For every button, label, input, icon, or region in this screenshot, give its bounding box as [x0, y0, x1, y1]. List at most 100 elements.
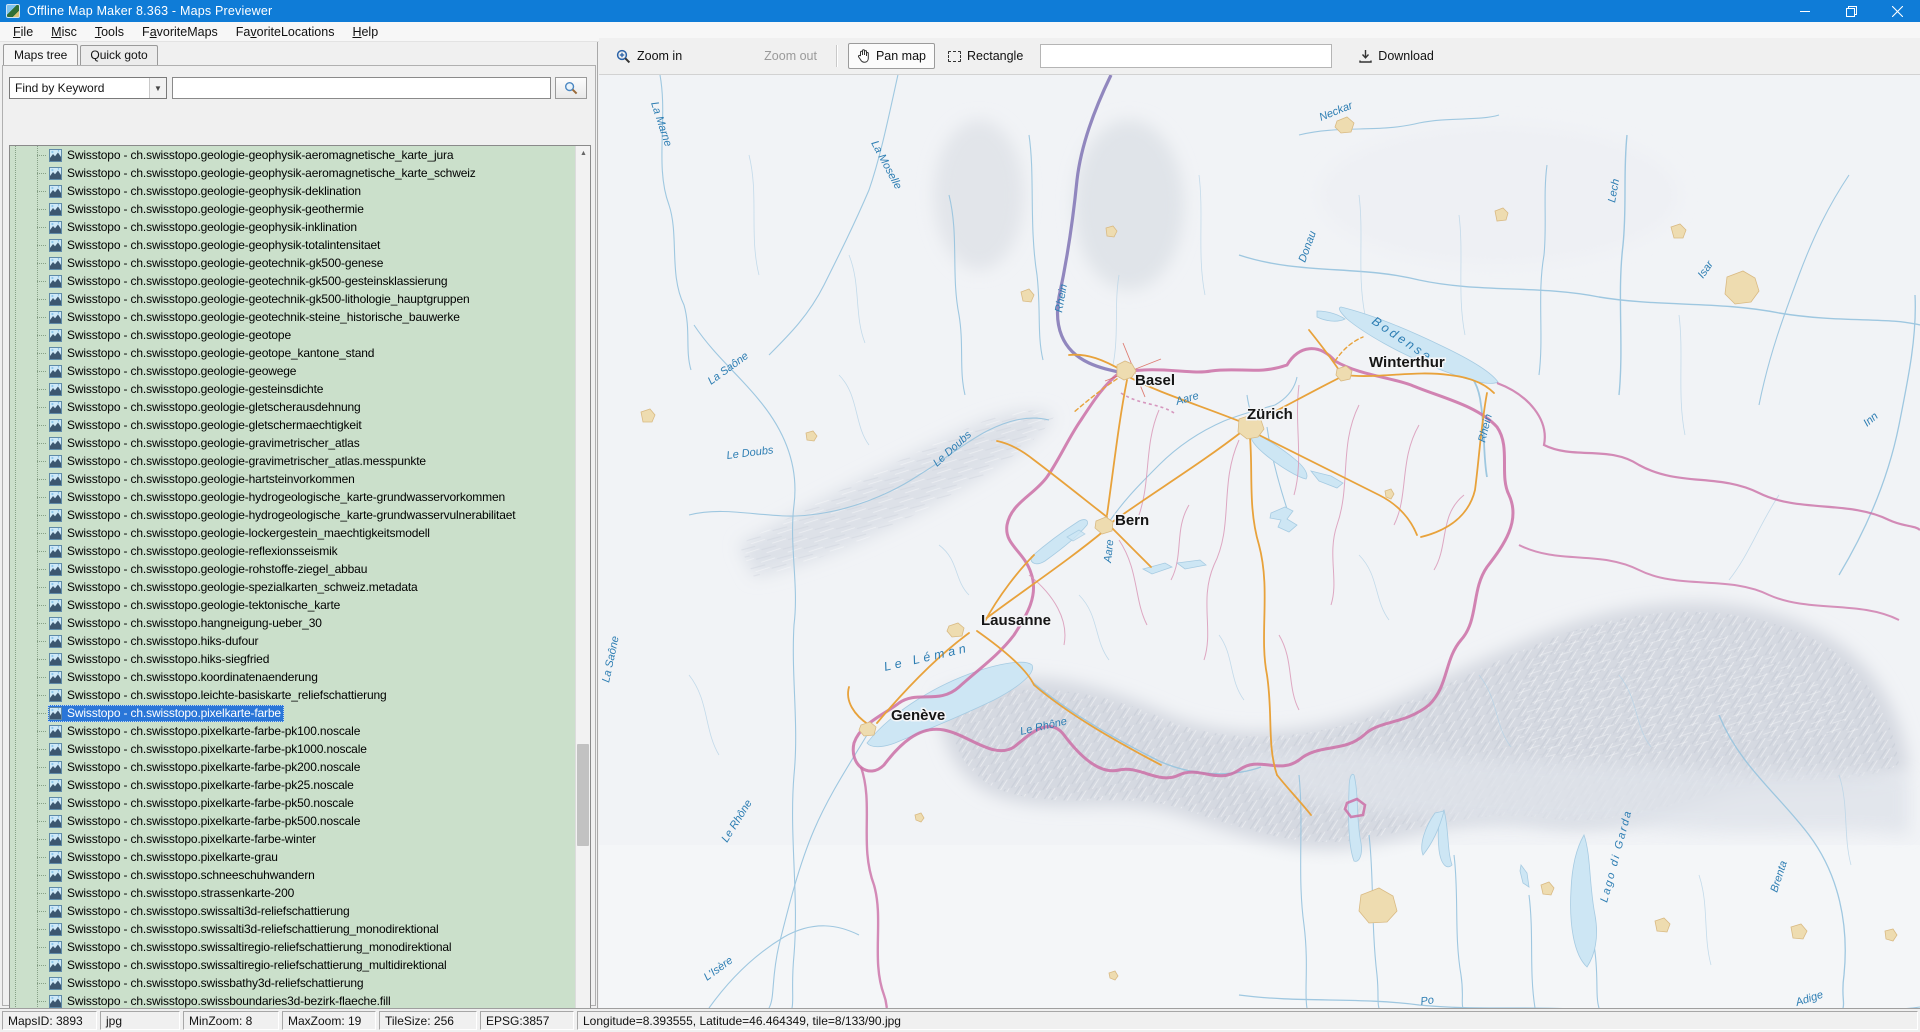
tree-item[interactable]: Swisstopo - ch.swisstopo.geologie-gravim…	[10, 434, 576, 452]
map-thumbnail-icon	[49, 383, 62, 396]
tree-connector	[37, 245, 46, 246]
tree-item[interactable]: Swisstopo - ch.swisstopo.geologie-locker…	[10, 524, 576, 542]
tree-item[interactable]: Swisstopo - ch.swisstopo.koordinatenaend…	[10, 668, 576, 686]
tree-scrollbar-thumb[interactable]	[577, 744, 589, 846]
tree-item[interactable]: Swisstopo - ch.swisstopo.geologie-geophy…	[10, 200, 576, 218]
tree-item[interactable]: Swisstopo - ch.swisstopo.hiks-siegfried	[10, 650, 576, 668]
tree-item-label: Swisstopo - ch.swisstopo.geologie-locker…	[67, 526, 430, 540]
find-mode-select[interactable]: Find by Keyword ▼	[9, 77, 167, 99]
tree-item-label: Swisstopo - ch.swisstopo.pixelkarte-farb…	[67, 742, 367, 756]
zoom-in-button[interactable]: Zoom in	[607, 43, 691, 70]
tree-item[interactable]: Swisstopo - ch.swisstopo.pixelkarte-farb…	[10, 758, 576, 776]
tree-item[interactable]: Swisstopo - ch.swisstopo.geologie-rohsto…	[10, 560, 576, 578]
tree-item[interactable]: Swisstopo - ch.swisstopo.hiks-dufour	[10, 632, 576, 650]
tree-item[interactable]: Swisstopo - ch.swisstopo.geologie-hartst…	[10, 470, 576, 488]
map-thumbnail-icon	[49, 923, 62, 936]
tree-item-label: Swisstopo - ch.swisstopo.geologie-geophy…	[67, 220, 357, 234]
zoom-out-button[interactable]: Zoom out	[755, 43, 826, 69]
menu-item-tools[interactable]: Tools	[86, 23, 133, 41]
tree-item[interactable]: Swisstopo - ch.swisstopo.hangneigung-ueb…	[10, 614, 576, 632]
tree-item-label: Swisstopo - ch.swisstopo.geologie-gletsc…	[67, 400, 361, 414]
chevron-down-icon[interactable]: ▼	[149, 78, 166, 98]
tree-item[interactable]: Swisstopo - ch.swisstopo.pixelkarte-farb…	[10, 794, 576, 812]
tree-item[interactable]: Swisstopo - ch.swisstopo.geologie-geoweg…	[10, 362, 576, 380]
tree-item[interactable]: Swisstopo - ch.swisstopo.pixelkarte-farb…	[10, 740, 576, 758]
tree-connector	[37, 641, 46, 642]
tree-item[interactable]: Swisstopo - ch.swisstopo.geologie-geotop…	[10, 344, 576, 362]
maps-tree-box: Swisstopo - ch.swisstopo.geologie-geophy…	[9, 145, 591, 1032]
tree-item[interactable]: Swisstopo - ch.swisstopo.swissalti3d-rel…	[10, 902, 576, 920]
tree-item-label: Swisstopo - ch.swisstopo.pixelkarte-farb…	[67, 796, 354, 810]
tree-item[interactable]: Swisstopo - ch.swisstopo.leichte-basiska…	[10, 686, 576, 704]
tree-item[interactable]: Swisstopo - ch.swisstopo.pixelkarte-grau	[10, 848, 576, 866]
tree-item[interactable]: Swisstopo - ch.swisstopo.geologie-geophy…	[10, 218, 576, 236]
tree-item[interactable]: Swisstopo - ch.swisstopo.swissbathy3d-re…	[10, 974, 576, 992]
map-thumbnail-icon	[49, 167, 62, 180]
tree-item[interactable]: Swisstopo - ch.swisstopo.geologie-geotec…	[10, 290, 576, 308]
tree-item[interactable]: Swisstopo - ch.swisstopo.geologie-gravim…	[10, 452, 576, 470]
tree-item[interactable]: Swisstopo - ch.swisstopo.geologie-geophy…	[10, 164, 576, 182]
tree-connector	[37, 893, 46, 894]
tree-item-label: Swisstopo - ch.swisstopo.hiks-siegfried	[67, 652, 269, 666]
tab-maps-tree[interactable]: Maps tree	[3, 44, 78, 66]
menu-item-favoritelocations[interactable]: FavoriteLocations	[227, 23, 344, 41]
tree-item-label: Swisstopo - ch.swisstopo.geologie-geophy…	[67, 238, 380, 252]
tree-item[interactable]: Swisstopo - ch.swisstopo.geologie-geotop…	[10, 326, 576, 344]
tree-item[interactable]: Swisstopo - ch.swisstopo.swissalti3d-rel…	[10, 920, 576, 938]
tree-item[interactable]: Swisstopo - ch.swisstopo.schneeschuhwand…	[10, 866, 576, 884]
tree-item[interactable]: Swisstopo - ch.swisstopo.geologie-hydrog…	[10, 506, 576, 524]
map-thumbnail-icon	[49, 275, 62, 288]
tree-item[interactable]: Swisstopo - ch.swisstopo.geologie-gletsc…	[10, 398, 576, 416]
tree-item[interactable]: Swisstopo - ch.swisstopo.pixelkarte-farb…	[10, 722, 576, 740]
tree-item[interactable]: Swisstopo - ch.swisstopo.geologie-tekton…	[10, 596, 576, 614]
tree-item[interactable]: Swisstopo - ch.swisstopo.geologie-geophy…	[10, 146, 576, 164]
tree-item[interactable]: Swisstopo - ch.swisstopo.geologie-hydrog…	[10, 488, 576, 506]
menu-item-favoritemaps[interactable]: FavoriteMaps	[133, 23, 227, 41]
tree-connector	[37, 263, 46, 264]
tree-item[interactable]: Swisstopo - ch.swisstopo.geologie-spezia…	[10, 578, 576, 596]
tree-item[interactable]: Swisstopo - ch.swisstopo.geologie-geophy…	[10, 236, 576, 254]
minimize-button-icon[interactable]	[1782, 0, 1828, 22]
title-bar[interactable]: Offline Map Maker 8.363 - Maps Previewer	[0, 0, 1920, 22]
menu-item-file[interactable]: File	[4, 23, 42, 41]
tree-item-label: Swisstopo - ch.swisstopo.swissalti3d-rel…	[67, 922, 439, 936]
map-thumbnail-icon	[49, 743, 62, 756]
tree-item[interactable]: Swisstopo - ch.swisstopo.geologie-gletsc…	[10, 416, 576, 434]
tree-item[interactable]: Swisstopo - ch.swisstopo.pixelkarte-farb…	[10, 776, 576, 794]
tree-item[interactable]: Swisstopo - ch.swisstopo.strassenkarte-2…	[10, 884, 576, 902]
tree-item[interactable]: Swisstopo - ch.swisstopo.pixelkarte-farb…	[10, 704, 576, 722]
toolbar-separator	[836, 45, 838, 67]
tree-item[interactable]: Swisstopo - ch.swisstopo.geologie-geotec…	[10, 254, 576, 272]
menu-item-help[interactable]: Help	[343, 23, 387, 41]
rectangle-button[interactable]: Rectangle	[939, 43, 1032, 69]
pan-map-button[interactable]: Pan map	[848, 43, 935, 69]
tree-scrollbar[interactable]: ▲ ▼	[575, 146, 590, 1032]
tree-item[interactable]: Swisstopo - ch.swisstopo.geologie-gestei…	[10, 380, 576, 398]
tree-item[interactable]: Swisstopo - ch.swisstopo.geologie-reflex…	[10, 542, 576, 560]
tree-connector	[37, 533, 46, 534]
menu-item-misc[interactable]: Misc	[42, 23, 86, 41]
map-canvas[interactable]: La MarneLa MoselleNeckarDonauLechIsarRhe…	[599, 75, 1920, 1008]
tree-item[interactable]: Swisstopo - ch.swisstopo.swissaltiregio-…	[10, 956, 576, 974]
tree-connector	[37, 821, 46, 822]
download-button[interactable]: Download	[1350, 43, 1443, 69]
search-button[interactable]	[555, 77, 587, 99]
tree-item[interactable]: Swisstopo - ch.swisstopo.geologie-geotec…	[10, 272, 576, 290]
restore-button-icon[interactable]	[1828, 0, 1874, 22]
tree-item[interactable]: Swisstopo - ch.swisstopo.geologie-geotec…	[10, 308, 576, 326]
close-button-icon[interactable]	[1874, 0, 1920, 22]
tree-item[interactable]: Swisstopo - ch.swisstopo.geologie-geophy…	[10, 182, 576, 200]
map-thumbnail-icon	[49, 203, 62, 216]
tab-quick-goto[interactable]: Quick goto	[80, 45, 157, 65]
tree-connector	[37, 389, 46, 390]
search-input[interactable]	[172, 77, 551, 99]
status-bar: MapsID: 3893jpgMinZoom: 8MaxZoom: 19Tile…	[0, 1008, 1920, 1032]
tree-item[interactable]: Swisstopo - ch.swisstopo.pixelkarte-farb…	[10, 812, 576, 830]
maps-tree-page: Find by Keyword ▼ Swisstopo - ch.swissto…	[2, 65, 596, 1006]
tree-item[interactable]: Swisstopo - ch.swisstopo.pixelkarte-farb…	[10, 830, 576, 848]
toolbar-input[interactable]	[1040, 44, 1332, 68]
tree-item[interactable]: Swisstopo - ch.swisstopo.swissaltiregio-…	[10, 938, 576, 956]
scroll-up-icon[interactable]: ▲	[576, 146, 591, 161]
city-label: Genève	[891, 707, 945, 724]
tree-connector	[37, 191, 46, 192]
